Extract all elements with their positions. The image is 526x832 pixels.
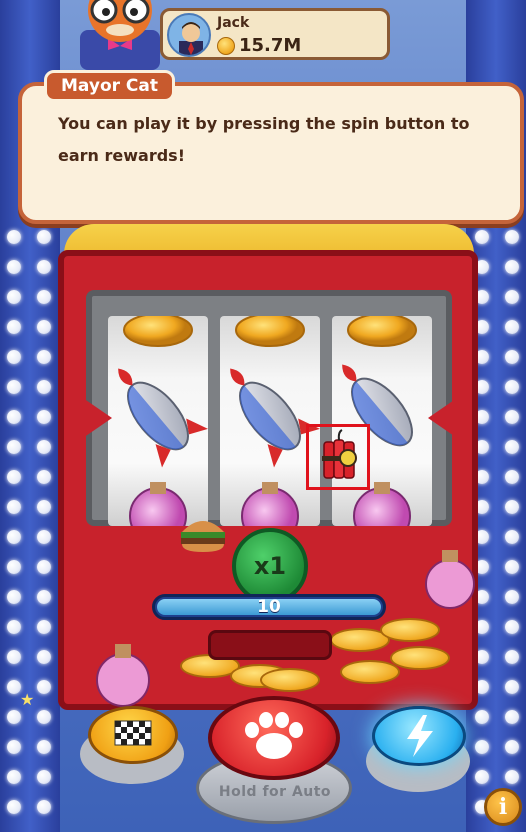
- light-bulb: [37, 620, 51, 634]
- light-bulb: [37, 560, 51, 574]
- light-bulb: [7, 500, 21, 514]
- light-bulb: [37, 740, 51, 754]
- light-bulb: [37, 800, 51, 814]
- person-icon: [179, 22, 203, 55]
- light-bulb: [475, 740, 489, 754]
- light-bulb: [505, 500, 519, 514]
- light-bulb: [505, 740, 519, 754]
- race-button[interactable]: [88, 706, 178, 764]
- target-highlight: [306, 424, 370, 490]
- light-bulb: [37, 410, 51, 424]
- light-bulb: [7, 230, 21, 244]
- hold-for-auto-label: Hold for Auto: [218, 784, 332, 800]
- coin-icon: [217, 36, 235, 55]
- light-bulb: [7, 290, 21, 304]
- bet-value: 10: [257, 597, 281, 617]
- light-bulb: [505, 320, 519, 334]
- light-bulb: [7, 470, 21, 484]
- avatar: [167, 13, 211, 57]
- info-button[interactable]: i: [484, 788, 522, 826]
- light-bulb: [37, 350, 51, 364]
- reel-symbols: [118, 316, 417, 526]
- light-bulb: [7, 770, 21, 784]
- light-bulb: [37, 530, 51, 544]
- coin-symbol: [123, 316, 417, 347]
- light-bulb: [7, 350, 21, 364]
- light-bulb: [7, 800, 21, 814]
- light-bulb: [7, 650, 21, 664]
- light-bulb: [37, 770, 51, 784]
- dialog-message-line: You can play it by pressing the spin but…: [58, 114, 470, 133]
- light-bulb: [505, 560, 519, 574]
- spin-button[interactable]: [208, 696, 340, 780]
- player-card[interactable]: Jack 15.7M: [160, 8, 390, 60]
- light-bulb: [7, 440, 21, 454]
- multiplier-button[interactable]: x1: [232, 528, 308, 604]
- light-bulb: [505, 590, 519, 604]
- light-bulb: [7, 320, 21, 334]
- light-bulb: [7, 620, 21, 634]
- rocket-symbol: [118, 364, 413, 468]
- light-bulb: [505, 440, 519, 454]
- light-bulb: [7, 680, 21, 694]
- light-bulb: [475, 710, 489, 724]
- star-decoration: ★: [20, 690, 35, 709]
- potion-icon: [425, 550, 475, 609]
- light-bulb: [37, 440, 51, 454]
- light-bulb: [505, 470, 519, 484]
- light-bulb: [505, 770, 519, 784]
- light-bulb: [505, 230, 519, 244]
- potion-icon: [96, 644, 150, 707]
- light-bulb: [505, 680, 519, 694]
- light-bulb: [7, 710, 21, 724]
- lightning-icon: [407, 715, 433, 757]
- light-bulb: [37, 470, 51, 484]
- boost-button[interactable]: [372, 706, 466, 766]
- light-bulb: [7, 260, 21, 274]
- light-bulb: [37, 500, 51, 514]
- light-bulb: [505, 710, 519, 724]
- light-bulb: [37, 290, 51, 304]
- light-bulb: [7, 380, 21, 394]
- burger-icon: [181, 521, 225, 552]
- paw-icon: [245, 712, 303, 759]
- light-bulb: [37, 260, 51, 274]
- light-bulb: [7, 530, 21, 544]
- light-bulb: [7, 410, 21, 424]
- light-bulb: [505, 350, 519, 364]
- light-bulb: [7, 560, 21, 574]
- coin-amount: 15.7M: [239, 35, 302, 56]
- light-bulb: [505, 380, 519, 394]
- light-bulb: [37, 710, 51, 724]
- light-bulb: [475, 230, 489, 244]
- light-bulb: [37, 650, 51, 664]
- dialog-speaker: Mayor Cat: [44, 70, 176, 102]
- light-bulb: [505, 620, 519, 634]
- dialog-message-line: earn rewards!: [58, 146, 185, 165]
- light-bulb: [505, 410, 519, 424]
- light-bulb: [505, 650, 519, 664]
- game-screen: ★ ★ ★ Jack 15.7M Mayor Cat You ca: [0, 0, 526, 832]
- energy-bar: [208, 630, 332, 660]
- light-bulb: [7, 590, 21, 604]
- light-bulb: [505, 530, 519, 544]
- light-bulb: [7, 740, 21, 754]
- bet-bar: 10: [152, 594, 386, 620]
- checkered-flag-icon: [114, 720, 152, 746]
- light-bulb: [37, 680, 51, 694]
- coin-balance: 15.7M: [217, 35, 301, 56]
- light-bulb: [505, 290, 519, 304]
- light-bulb: [37, 230, 51, 244]
- light-bulb: [37, 320, 51, 334]
- light-bulb: [475, 770, 489, 784]
- player-name: Jack: [217, 15, 250, 31]
- light-bulb: [505, 260, 519, 274]
- light-bulb: [37, 380, 51, 394]
- dialog-message: You can play it by pressing the spin but…: [58, 108, 498, 172]
- light-bulb: [37, 590, 51, 604]
- payline-right-arrow: [428, 396, 460, 440]
